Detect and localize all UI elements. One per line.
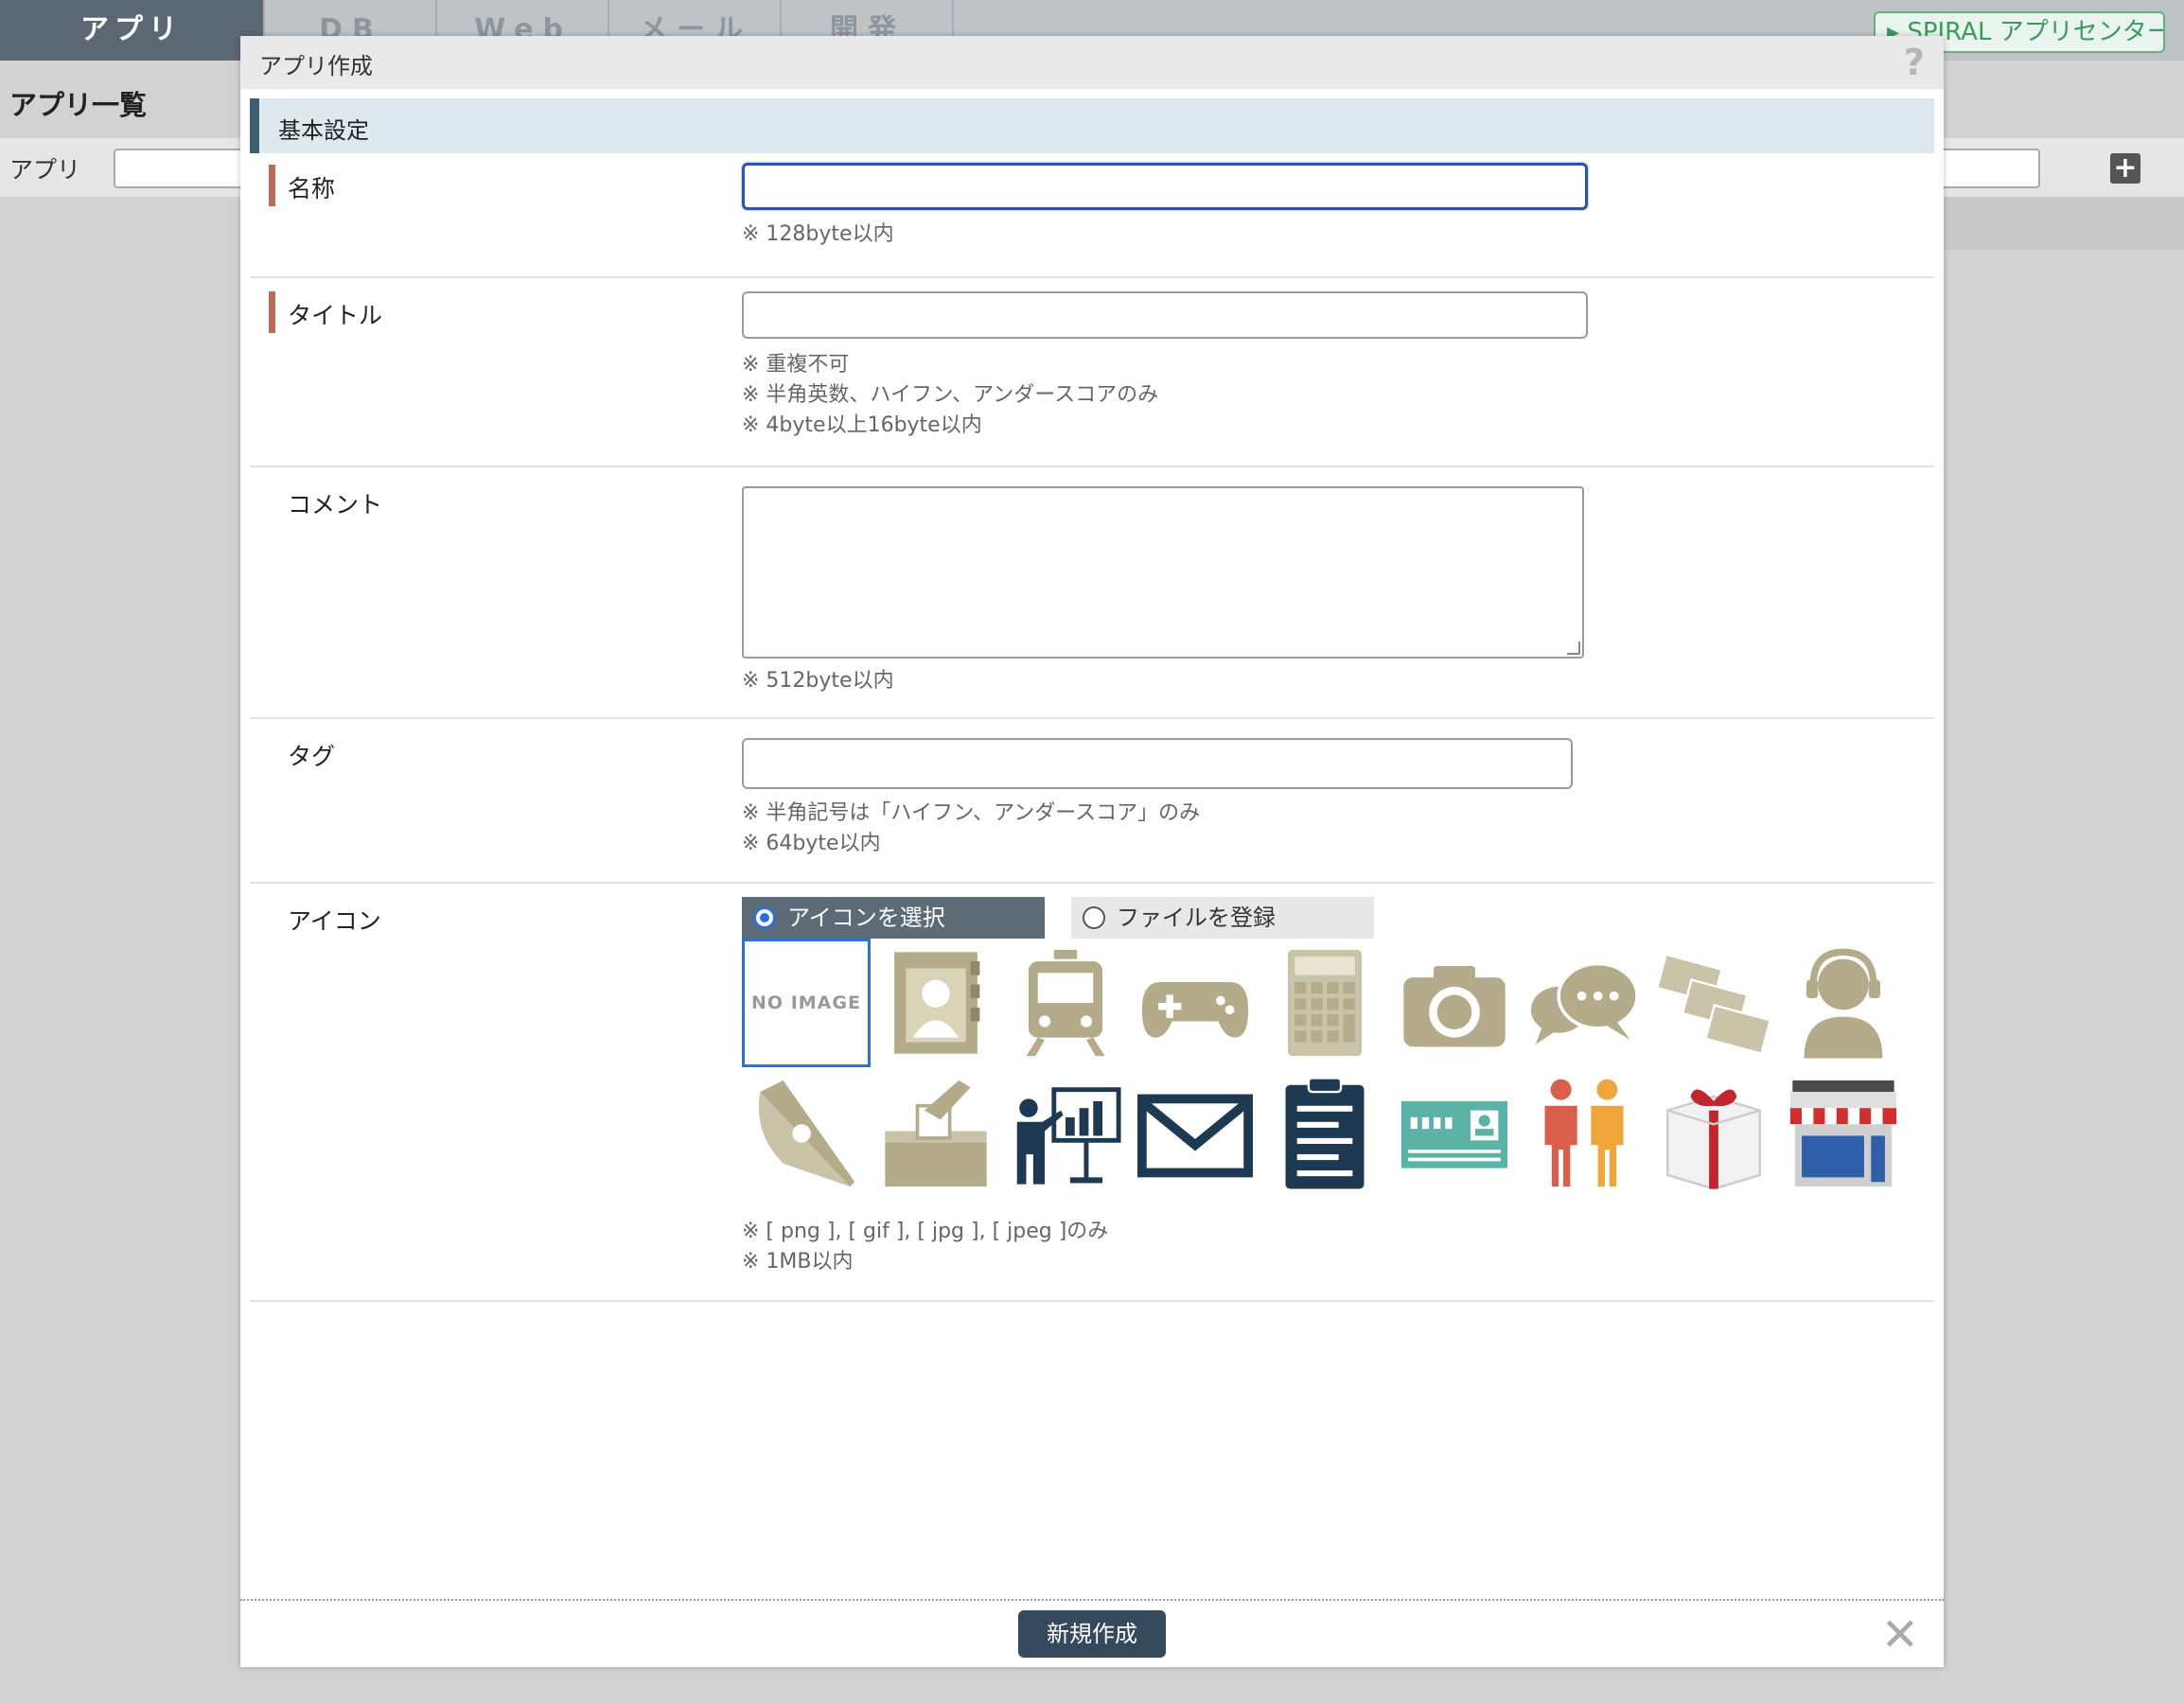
field-row-comment: コメント ※ 512byte以内 — [250, 469, 1934, 719]
add-app-button[interactable]: + — [2110, 153, 2140, 184]
radio-unselected-icon[interactable] — [1083, 906, 1105, 929]
section-title: 基本設定 — [278, 117, 369, 144]
select-icon-option[interactable]: アイコンを選択 — [742, 897, 1045, 939]
title-note-3: ※ 4byte以上16byte以内 — [742, 413, 982, 437]
field-row-icon: アイコン アイコンを選択 ファイルを登録 NO IMAGE ※ [png],… — [250, 886, 1934, 1302]
app-create-dialog: アプリ作成 ? 基本設定 名称 ※ 128byte以内 タイトル ※ 重複不可 … — [240, 36, 1944, 1667]
select-icon-option-label: アイコンを選択 — [787, 905, 945, 931]
icon-option-presentation[interactable] — [1001, 1069, 1130, 1198]
filter-bar-label: アプリ — [9, 156, 81, 184]
field-row-name: 名称 ※ 128byte以内 — [250, 153, 1934, 278]
dialog-title: アプリ作成 — [259, 53, 373, 79]
required-marker — [269, 165, 275, 206]
icon-option-id-card[interactable] — [1390, 1069, 1519, 1198]
textarea-resize-handle[interactable] — [1567, 641, 1580, 655]
operator-icon — [1804, 948, 1883, 1059]
train-icon — [1026, 949, 1105, 1057]
ballot-box-icon — [885, 1080, 987, 1187]
calculator-icon — [1287, 949, 1363, 1057]
close-icon[interactable]: ✕ — [1881, 1608, 1919, 1661]
icon-option-fountain-pen[interactable] — [742, 1069, 871, 1198]
tag-note-2: ※ 64byte以内 — [742, 832, 881, 855]
shop-icon — [1789, 1080, 1897, 1187]
icon-option-ballot-box[interactable] — [872, 1069, 1000, 1198]
icon-option-clipboard[interactable] — [1260, 1069, 1389, 1198]
tag-label: タグ — [288, 743, 336, 770]
icon-option-people[interactable] — [1520, 1069, 1648, 1198]
icon-option-calculator[interactable] — [1260, 939, 1389, 1067]
comment-textarea[interactable] — [742, 486, 1584, 659]
section-header-basic: 基本設定 — [250, 98, 1934, 153]
icon-option-chat[interactable] — [1520, 939, 1648, 1067]
tag-input[interactable] — [742, 738, 1573, 789]
field-row-tag: タグ ※ 半角記号は「ハイフン、アンダースコア」のみ ※ 64byte以内 — [250, 721, 1934, 884]
nav-tab-app[interactable]: アプリ — [0, 0, 265, 61]
name-input[interactable] — [742, 163, 1588, 210]
upload-file-option[interactable]: ファイルを登録 — [1071, 897, 1374, 939]
app-search-input[interactable] — [114, 149, 246, 188]
gamepad-icon — [1141, 982, 1249, 1038]
mail-icon — [1137, 1094, 1253, 1178]
page-title: アプリ一覧 — [9, 89, 148, 121]
comment-note: ※ 512byte以内 — [742, 669, 894, 693]
icon-label: アイコン — [288, 907, 381, 935]
tag-note-1: ※ 半角記号は「ハイフン、アンダースコア」のみ — [742, 801, 1201, 825]
icon-option-shop[interactable] — [1779, 1069, 1908, 1198]
dialog-header: アプリ作成 ? — [240, 36, 1944, 89]
upload-file-option-label: ファイルを登録 — [1117, 905, 1276, 931]
radio-selected-icon[interactable] — [753, 906, 776, 929]
icon-option-gamepad[interactable] — [1131, 939, 1259, 1067]
icon-option-cards[interactable] — [1649, 939, 1778, 1067]
icon-option-address-book[interactable] — [872, 939, 1000, 1067]
icon-option-no-image[interactable]: NO IMAGE — [742, 939, 871, 1067]
id-card-icon — [1400, 1100, 1508, 1168]
dialog-body: 基本設定 名称 ※ 128byte以内 タイトル ※ 重複不可 ※ 半角英数、ハ… — [240, 89, 1944, 1599]
no-image-label: NO IMAGE — [751, 993, 861, 1013]
icon-option-operator[interactable] — [1779, 939, 1908, 1067]
icon-option-mail[interactable] — [1131, 1069, 1259, 1198]
name-label: 名称 — [288, 175, 336, 202]
create-button[interactable]: 新規作成 — [1018, 1610, 1166, 1658]
icon-option-gift-box[interactable] — [1649, 1069, 1778, 1198]
comment-label: コメント — [288, 491, 383, 518]
camera-icon — [1403, 965, 1506, 1047]
dialog-footer: 新規作成 ✕ — [240, 1599, 1944, 1667]
background-strip — [1930, 197, 2184, 250]
icon-note-1: ※ [ png ], [ gif ], [ jpg ], [ jpeg ]のみ — [742, 1220, 1109, 1243]
clipboard-icon — [1285, 1077, 1365, 1189]
gift-box-icon — [1665, 1089, 1762, 1190]
title-note-2: ※ 半角英数、ハイフン、アンダースコアのみ — [742, 383, 1159, 407]
people-icon — [1544, 1079, 1624, 1187]
address-book-icon — [894, 952, 980, 1054]
field-row-title: タイトル ※ 重複不可 ※ 半角英数、ハイフン、アンダースコアのみ ※ 4byt… — [250, 280, 1934, 467]
icon-note-2: ※ 1MB以内 — [742, 1250, 854, 1274]
icon-picker-grid: NO IMAGE — [742, 939, 1906, 1200]
presentation-icon — [1016, 1087, 1121, 1185]
icon-option-camera[interactable] — [1390, 939, 1519, 1067]
fountain-pen-icon — [758, 1080, 855, 1187]
title-note-1: ※ 重複不可 — [742, 353, 850, 377]
name-note: ※ 128byte以内 — [742, 222, 894, 246]
required-marker — [269, 291, 275, 333]
title-label: タイトル — [288, 302, 383, 329]
chat-bubbles-icon — [1530, 961, 1639, 1045]
help-icon[interactable]: ? — [1904, 42, 1925, 83]
icon-option-train[interactable] — [1001, 939, 1130, 1067]
cards-icon — [1656, 953, 1771, 1056]
title-input[interactable] — [742, 291, 1588, 339]
